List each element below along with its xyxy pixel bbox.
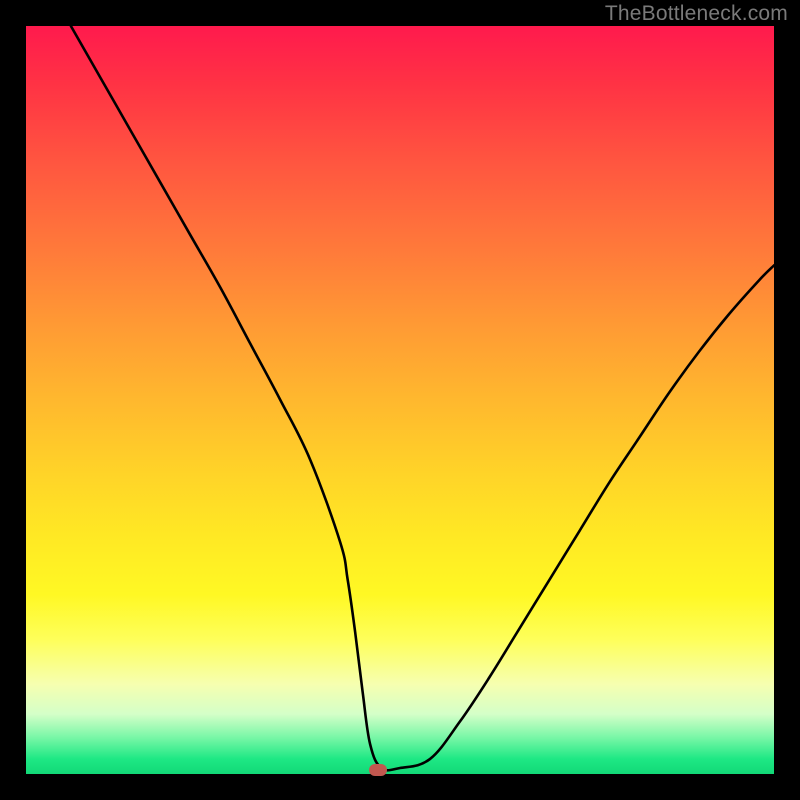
watermark-text: TheBottleneck.com bbox=[605, 2, 788, 26]
chart-container: TheBottleneck.com bbox=[0, 0, 800, 800]
optimum-marker bbox=[369, 764, 387, 776]
plot-area bbox=[26, 26, 774, 774]
bottleneck-curve bbox=[26, 26, 774, 774]
